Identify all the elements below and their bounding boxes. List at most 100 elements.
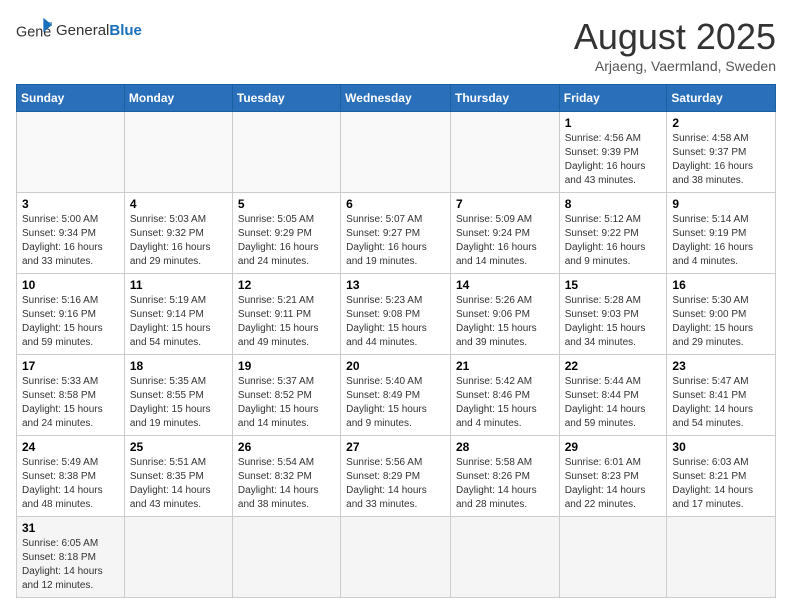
weekday-header-tuesday: Tuesday <box>232 85 340 112</box>
day-number: 26 <box>238 440 335 454</box>
day-number: 10 <box>22 278 119 292</box>
title-area: August 2025 Arjaeng, Vaermland, Sweden <box>574 16 776 74</box>
weekday-header-monday: Monday <box>124 85 232 112</box>
day-number: 23 <box>672 359 770 373</box>
calendar-cell: 23 Sunrise: 5:47 AM Sunset: 8:41 PM Dayli… <box>667 355 776 436</box>
calendar-cell: 28 Sunrise: 5:58 AM Sunset: 8:26 PM Dayli… <box>450 436 559 517</box>
day-number: 6 <box>346 197 445 211</box>
day-info: Sunrise: 5:58 AM Sunset: 8:26 PM Dayligh… <box>456 456 554 512</box>
calendar-cell: 11 Sunrise: 5:19 AM Sunset: 9:14 PM Dayli… <box>124 274 232 355</box>
weekday-header-wednesday: Wednesday <box>341 85 451 112</box>
weekday-header-row: SundayMondayTuesdayWednesdayThursdayFrid… <box>17 85 776 112</box>
calendar-cell: 14Sunrise: 5:26 AM Sunset: 9:06 PM Dayli… <box>450 274 559 355</box>
day-info: Sunrise: 5:49 AM Sunset: 8:38 PM Dayligh… <box>22 456 119 512</box>
calendar-cell: 13 Sunrise: 5:23 AM Sunset: 9:08 PM Dayli… <box>341 274 451 355</box>
day-info: Sunrise: 6:03 AM Sunset: 8:21 PM Dayligh… <box>672 456 770 512</box>
calendar-cell <box>450 517 559 598</box>
calendar-cell: 9 Sunrise: 5:14 AM Sunset: 9:19 PM Daylig… <box>667 193 776 274</box>
day-number: 28 <box>456 440 554 454</box>
calendar-cell: 30 Sunrise: 6:03 AM Sunset: 8:21 PM Dayli… <box>667 436 776 517</box>
day-info: Sunrise: 5:30 AM Sunset: 9:00 PM Dayligh… <box>672 294 770 350</box>
calendar-cell: 18 Sunrise: 5:35 AM Sunset: 8:55 PM Dayli… <box>124 355 232 436</box>
day-number: 31 <box>22 521 119 535</box>
day-info: Sunrise: 5:37 AM Sunset: 8:52 PM Dayligh… <box>238 375 335 431</box>
calendar-cell: 7 Sunrise: 5:09 AM Sunset: 9:24 PM Daylig… <box>450 193 559 274</box>
calendar-cell: 19Sunrise: 5:37 AM Sunset: 8:52 PM Dayli… <box>232 355 340 436</box>
calendar-week-row: 1Sunrise: 4:56 AM Sunset: 9:39 PM Daylig… <box>17 112 776 193</box>
day-number: 25 <box>130 440 227 454</box>
day-number: 17 <box>22 359 119 373</box>
calendar-cell: 17 Sunrise: 5:33 AM Sunset: 8:58 PM Dayli… <box>17 355 125 436</box>
calendar-cell <box>341 517 451 598</box>
day-number: 18 <box>130 359 227 373</box>
month-year-title: August 2025 <box>574 16 776 58</box>
weekday-header-sunday: Sunday <box>17 85 125 112</box>
day-info: Sunrise: 6:01 AM Sunset: 8:23 PM Dayligh… <box>565 456 662 512</box>
calendar-cell: 24 Sunrise: 5:49 AM Sunset: 8:38 PM Dayli… <box>17 436 125 517</box>
calendar-cell: 12 Sunrise: 5:21 AM Sunset: 9:11 PM Dayli… <box>232 274 340 355</box>
calendar-cell: 31Sunrise: 6:05 AM Sunset: 8:18 PM Dayli… <box>17 517 125 598</box>
calendar-cell <box>450 112 559 193</box>
day-info: Sunrise: 5:14 AM Sunset: 9:19 PM Dayligh… <box>672 213 770 269</box>
day-number: 29 <box>565 440 662 454</box>
day-info: Sunrise: 5:12 AM Sunset: 9:22 PM Dayligh… <box>565 213 662 269</box>
day-number: 5 <box>238 197 335 211</box>
day-info: Sunrise: 5:26 AM Sunset: 9:06 PM Dayligh… <box>456 294 554 350</box>
calendar-cell: 3 Sunrise: 5:00 AM Sunset: 9:34 PM Daylig… <box>17 193 125 274</box>
day-number: 7 <box>456 197 554 211</box>
calendar-cell: 21 Sunrise: 5:42 AM Sunset: 8:46 PM Dayli… <box>450 355 559 436</box>
day-info: Sunrise: 5:42 AM Sunset: 8:46 PM Dayligh… <box>456 375 554 431</box>
day-number: 12 <box>238 278 335 292</box>
calendar-cell <box>341 112 451 193</box>
calendar-cell <box>124 517 232 598</box>
day-number: 16 <box>672 278 770 292</box>
day-number: 9 <box>672 197 770 211</box>
day-number: 24 <box>22 440 119 454</box>
logo: General GeneralBlue <box>16 16 142 44</box>
calendar-cell <box>124 112 232 193</box>
day-number: 13 <box>346 278 445 292</box>
calendar-cell: 10Sunrise: 5:16 AM Sunset: 9:16 PM Dayli… <box>17 274 125 355</box>
location-subtitle: Arjaeng, Vaermland, Sweden <box>574 58 776 74</box>
day-number: 20 <box>346 359 445 373</box>
day-info: Sunrise: 5:56 AM Sunset: 8:29 PM Dayligh… <box>346 456 445 512</box>
day-number: 27 <box>346 440 445 454</box>
day-number: 3 <box>22 197 119 211</box>
calendar-cell <box>559 517 667 598</box>
weekday-header-saturday: Saturday <box>667 85 776 112</box>
day-info: Sunrise: 5:23 AM Sunset: 9:08 PM Dayligh… <box>346 294 445 350</box>
day-info: Sunrise: 5:44 AM Sunset: 8:44 PM Dayligh… <box>565 375 662 431</box>
day-info: Sunrise: 5:40 AM Sunset: 8:49 PM Dayligh… <box>346 375 445 431</box>
calendar-cell <box>232 517 340 598</box>
calendar-cell: 25 Sunrise: 5:51 AM Sunset: 8:35 PM Dayli… <box>124 436 232 517</box>
day-info: Sunrise: 5:47 AM Sunset: 8:41 PM Dayligh… <box>672 375 770 431</box>
day-number: 2 <box>672 116 770 130</box>
day-number: 1 <box>565 116 662 130</box>
day-info: Sunrise: 5:28 AM Sunset: 9:03 PM Dayligh… <box>565 294 662 350</box>
calendar-week-row: 3 Sunrise: 5:00 AM Sunset: 9:34 PM Daylig… <box>17 193 776 274</box>
calendar-cell: 2Sunrise: 4:58 AM Sunset: 9:37 PM Daylig… <box>667 112 776 193</box>
day-info: Sunrise: 5:51 AM Sunset: 8:35 PM Dayligh… <box>130 456 227 512</box>
calendar-week-row: 24 Sunrise: 5:49 AM Sunset: 8:38 PM Dayli… <box>17 436 776 517</box>
day-number: 11 <box>130 278 227 292</box>
day-info: Sunrise: 5:21 AM Sunset: 9:11 PM Dayligh… <box>238 294 335 350</box>
day-info: Sunrise: 5:33 AM Sunset: 8:58 PM Dayligh… <box>22 375 119 431</box>
calendar-cell: 26Sunrise: 5:54 AM Sunset: 8:32 PM Dayli… <box>232 436 340 517</box>
day-info: Sunrise: 5:35 AM Sunset: 8:55 PM Dayligh… <box>130 375 227 431</box>
calendar-week-row: 31Sunrise: 6:05 AM Sunset: 8:18 PM Dayli… <box>17 517 776 598</box>
day-number: 8 <box>565 197 662 211</box>
calendar-cell <box>232 112 340 193</box>
calendar-cell: 6 Sunrise: 5:07 AM Sunset: 9:27 PM Daylig… <box>341 193 451 274</box>
day-info: Sunrise: 5:07 AM Sunset: 9:27 PM Dayligh… <box>346 213 445 269</box>
page-header: General GeneralBlue August 2025 Arjaeng,… <box>16 16 776 74</box>
day-number: 22 <box>565 359 662 373</box>
day-number: 30 <box>672 440 770 454</box>
day-info: Sunrise: 5:03 AM Sunset: 9:32 PM Dayligh… <box>130 213 227 269</box>
day-number: 4 <box>130 197 227 211</box>
day-info: Sunrise: 5:19 AM Sunset: 9:14 PM Dayligh… <box>130 294 227 350</box>
calendar-week-row: 10Sunrise: 5:16 AM Sunset: 9:16 PM Dayli… <box>17 274 776 355</box>
weekday-header-thursday: Thursday <box>450 85 559 112</box>
day-info: Sunrise: 5:00 AM Sunset: 9:34 PM Dayligh… <box>22 213 119 269</box>
day-info: Sunrise: 5:09 AM Sunset: 9:24 PM Dayligh… <box>456 213 554 269</box>
day-number: 21 <box>456 359 554 373</box>
